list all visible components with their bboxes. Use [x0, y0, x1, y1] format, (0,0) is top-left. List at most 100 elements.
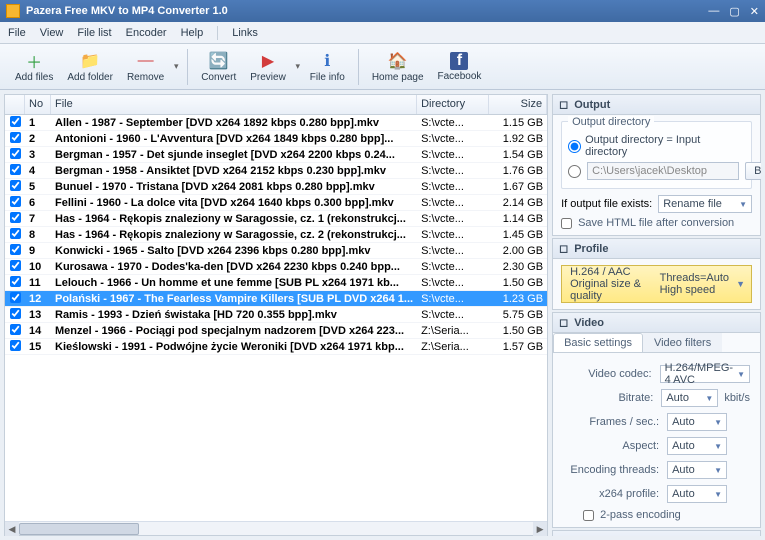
- table-row[interactable]: 14Menzel - 1966 - Pociągi pod specjalnym…: [5, 323, 547, 339]
- row-checkbox[interactable]: [10, 228, 21, 239]
- table-row[interactable]: 15Kieślowski - 1991 - Podwójne życie Wer…: [5, 339, 547, 355]
- remove-button[interactable]: —Remove: [120, 48, 171, 86]
- row-checkbox[interactable]: [10, 196, 21, 207]
- scroll-left-arrow[interactable]: ◀: [5, 522, 19, 536]
- scroll-right-arrow[interactable]: ▶: [533, 522, 547, 536]
- if-exists-select[interactable]: Rename file▼: [658, 195, 752, 213]
- column-header-no[interactable]: No: [25, 95, 51, 114]
- save-html-checkbox[interactable]: [561, 218, 572, 229]
- maximize-button[interactable]: ▢: [729, 5, 739, 18]
- row-no: 9: [25, 244, 51, 258]
- tab-basic-settings[interactable]: Basic settings: [553, 333, 643, 352]
- row-dir: S:\vcte...: [417, 244, 489, 258]
- row-size: 1.14 GB: [489, 212, 547, 226]
- file-list-pane: No File Directory Size 1Allen - 1987 - S…: [4, 94, 548, 536]
- remove-dropdown-icon[interactable]: [171, 58, 181, 75]
- column-header-directory[interactable]: Directory: [417, 95, 489, 114]
- table-row[interactable]: 10Kurosawa - 1970 - Dodes'ka-den [DVD x2…: [5, 259, 547, 275]
- aspect-select[interactable]: Auto▼: [667, 437, 727, 455]
- profile-select[interactable]: H.264 / AACOriginal size & quality Threa…: [561, 265, 752, 303]
- horizontal-scrollbar[interactable]: ◀ ▶: [5, 521, 547, 535]
- preview-button[interactable]: ▶Preview: [243, 48, 293, 86]
- table-row[interactable]: 2Antonioni - 1960 - L'Avventura [DVD x26…: [5, 131, 547, 147]
- profile-title: Profile: [574, 243, 608, 255]
- menu-links[interactable]: Links: [232, 27, 258, 39]
- output-custom-radio[interactable]: [568, 165, 581, 178]
- add-files-button[interactable]: ＋Add files: [8, 48, 60, 86]
- x264-select[interactable]: Auto▼: [667, 485, 727, 503]
- column-headers: No File Directory Size: [5, 95, 547, 115]
- bitrate-select[interactable]: Auto▼: [661, 389, 718, 407]
- table-row[interactable]: 4Bergman - 1958 - Ansiktet [DVD x264 215…: [5, 163, 547, 179]
- table-row[interactable]: 8Has - 1964 - Rękopis znaleziony w Sarag…: [5, 227, 547, 243]
- row-checkbox[interactable]: [10, 164, 21, 175]
- menu-help[interactable]: Help: [181, 27, 204, 39]
- add-folder-button[interactable]: 📁Add folder: [60, 48, 120, 86]
- row-checkbox[interactable]: [10, 276, 21, 287]
- column-header-check[interactable]: [5, 95, 25, 114]
- scroll-thumb[interactable]: [19, 523, 139, 535]
- table-row[interactable]: 9Konwicki - 1965 - Salto [DVD x264 2396 …: [5, 243, 547, 259]
- row-size: 2.30 GB: [489, 260, 547, 274]
- preview-dropdown-icon[interactable]: [293, 58, 303, 75]
- browse-button[interactable]: Browse...: [745, 162, 761, 180]
- homepage-button[interactable]: 🏠Home page: [365, 48, 431, 86]
- row-dir: Z:\Seria...: [417, 324, 489, 338]
- threads-select[interactable]: Auto▼: [667, 461, 727, 479]
- row-file: Fellini - 1960 - La dolce vita [DVD x264…: [51, 196, 417, 210]
- row-checkbox[interactable]: [10, 148, 21, 159]
- fps-select[interactable]: Auto▼: [667, 413, 727, 431]
- row-checkbox[interactable]: [10, 180, 21, 191]
- menu-encoder[interactable]: Encoder: [126, 27, 167, 39]
- menu-view[interactable]: View: [40, 27, 64, 39]
- table-row[interactable]: 7Has - 1964 - Rękopis znaleziony w Sarag…: [5, 211, 547, 227]
- output-panel: Output Output directory Output directory…: [552, 94, 761, 236]
- minimize-button[interactable]: —: [708, 5, 719, 18]
- table-row[interactable]: 11Lelouch - 1966 - Un homme et une femme…: [5, 275, 547, 291]
- row-checkbox[interactable]: [10, 340, 21, 351]
- audio-icon: [559, 535, 565, 537]
- output-same-radio[interactable]: [568, 140, 581, 153]
- close-button[interactable]: ✕: [750, 5, 759, 18]
- window-title: Pazera Free MKV to MP4 Converter 1.0: [26, 5, 708, 17]
- row-checkbox[interactable]: [10, 324, 21, 335]
- column-header-size[interactable]: Size: [489, 95, 547, 114]
- menu-file[interactable]: File: [8, 27, 26, 39]
- table-row[interactable]: 13Ramis - 1993 - Dzień świstaka [HD 720 …: [5, 307, 547, 323]
- row-dir: S:\vcte...: [417, 308, 489, 322]
- table-row[interactable]: 6Fellini - 1960 - La dolce vita [DVD x26…: [5, 195, 547, 211]
- row-checkbox[interactable]: [10, 212, 21, 223]
- row-size: 5.75 GB: [489, 308, 547, 322]
- app-icon: [6, 4, 20, 18]
- menu-filelist[interactable]: File list: [77, 27, 111, 39]
- tab-video-filters[interactable]: Video filters: [643, 333, 722, 352]
- row-checkbox[interactable]: [10, 308, 21, 319]
- output-path-input[interactable]: [587, 162, 739, 180]
- table-row[interactable]: 1Allen - 1987 - September [DVD x264 1892…: [5, 115, 547, 131]
- row-no: 4: [25, 164, 51, 178]
- table-row[interactable]: 3Bergman - 1957 - Det sjunde inseglet [D…: [5, 147, 547, 163]
- row-checkbox[interactable]: [10, 260, 21, 271]
- row-checkbox[interactable]: [10, 292, 21, 303]
- table-row[interactable]: 12Polański - 1967 - The Fearless Vampire…: [5, 291, 547, 307]
- row-size: 1.57 GB: [489, 340, 547, 354]
- two-pass-checkbox[interactable]: [583, 510, 594, 521]
- audio-panel[interactable]: Audio: [552, 530, 761, 536]
- row-checkbox[interactable]: [10, 132, 21, 143]
- convert-button[interactable]: 🔄Convert: [194, 48, 243, 86]
- facebook-button[interactable]: fFacebook: [431, 49, 489, 85]
- row-checkbox[interactable]: [10, 116, 21, 127]
- video-codec-select[interactable]: H.264/MPEG-4 AVC▼: [660, 365, 750, 383]
- plus-icon: ＋: [24, 51, 44, 71]
- row-no: 15: [25, 340, 51, 354]
- row-file: Has - 1964 - Rękopis znaleziony w Sarago…: [51, 212, 417, 226]
- column-header-file[interactable]: File: [51, 95, 417, 114]
- row-checkbox[interactable]: [10, 244, 21, 255]
- row-file: Polański - 1967 - The Fearless Vampire K…: [51, 292, 417, 306]
- row-no: 6: [25, 196, 51, 210]
- fileinfo-button[interactable]: ℹFile info: [303, 48, 352, 86]
- two-pass-label: 2-pass encoding: [600, 509, 681, 521]
- table-row[interactable]: 5Bunuel - 1970 - Tristana [DVD x264 2081…: [5, 179, 547, 195]
- row-size: 2.00 GB: [489, 244, 547, 258]
- home-icon: 🏠: [388, 51, 408, 71]
